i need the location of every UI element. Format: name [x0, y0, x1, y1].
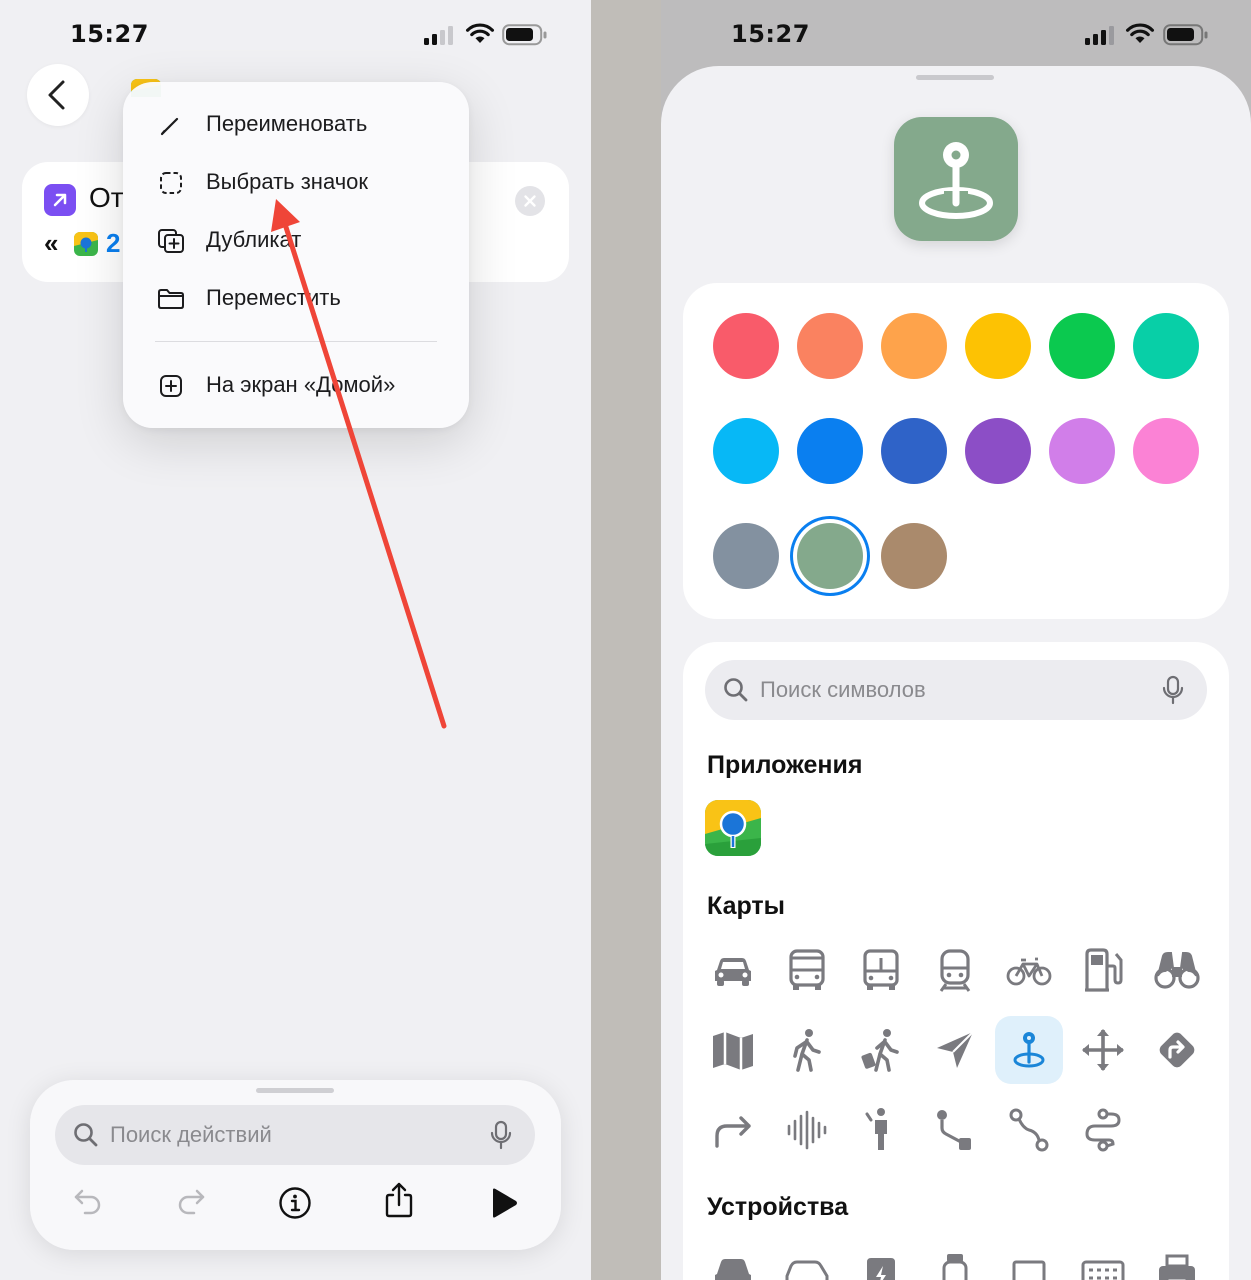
tram-icon[interactable] [931, 946, 979, 994]
section-title-devices: Устройства [707, 1193, 849, 1221]
search-placeholder: Поиск символов [760, 677, 926, 702]
color-swatch[interactable] [1049, 313, 1115, 379]
annotation-arrow [0, 0, 591, 760]
redo-icon[interactable] [174, 1184, 208, 1218]
s-curve-path-icon[interactable] [1079, 1106, 1127, 1154]
bus-front-icon[interactable] [857, 946, 905, 994]
color-picker [683, 283, 1229, 619]
color-swatch[interactable] [797, 523, 863, 589]
color-swatch[interactable] [1049, 418, 1115, 484]
waveform-icon[interactable] [783, 1106, 831, 1154]
color-swatch[interactable] [1133, 313, 1199, 379]
shortcut-editor-screen: 15:27 От « 2 Переименовать Выбрать значо… [0, 0, 591, 1280]
move-arrows-icon[interactable] [1079, 1026, 1127, 1074]
color-swatch[interactable] [797, 418, 863, 484]
color-swatch[interactable] [713, 313, 779, 379]
printer-icon[interactable] [1153, 1248, 1201, 1280]
symbol-search-input[interactable]: Поиск символов [705, 660, 1207, 720]
undo-icon[interactable] [71, 1184, 105, 1218]
car-icon[interactable] [709, 946, 757, 994]
color-swatch[interactable] [881, 418, 947, 484]
search-icon [73, 1122, 99, 1148]
battery-icon [1163, 24, 1209, 46]
share-icon[interactable] [382, 1180, 416, 1220]
laptop-icon[interactable] [1005, 1248, 1053, 1280]
color-swatch[interactable] [1133, 418, 1199, 484]
bicycle-icon[interactable] [1005, 946, 1053, 994]
status-time: 15:27 [731, 20, 810, 48]
location-pin-icon[interactable] [1005, 1026, 1053, 1074]
directions-sign-icon[interactable] [1153, 1026, 1201, 1074]
color-swatch[interactable] [713, 418, 779, 484]
icon-preview [894, 117, 1018, 241]
play-icon[interactable] [488, 1186, 520, 1220]
color-swatch[interactable] [965, 418, 1031, 484]
wifi-icon [1125, 22, 1155, 46]
search-placeholder: Поиск действий [110, 1122, 272, 1147]
color-swatch[interactable] [797, 313, 863, 379]
charging-icon[interactable] [857, 1248, 905, 1280]
walking-luggage-icon[interactable] [857, 1026, 905, 1074]
car-icon[interactable] [709, 1248, 757, 1280]
2gis-app-icon[interactable] [705, 800, 761, 856]
actions-sheet: Поиск действий [30, 1080, 561, 1250]
sheet-grabber[interactable] [256, 1088, 334, 1093]
sheet-grabber[interactable] [916, 75, 994, 80]
cellular-signal-icon [1085, 24, 1117, 46]
path-icon[interactable] [931, 1106, 979, 1154]
screenshot-divider [591, 0, 661, 1280]
color-swatch[interactable] [713, 523, 779, 589]
search-icon [723, 677, 749, 703]
bus-icon[interactable] [783, 946, 831, 994]
watch-icon[interactable] [931, 1248, 979, 1280]
icon-picker-screen: 15:27 Поиск символов Приложения Карты Ус… [661, 0, 1251, 1280]
arrow-turn-right-icon[interactable] [709, 1106, 757, 1154]
symbol-picker: Поиск символов Приложения Карты Устройст… [683, 642, 1229, 1280]
color-swatch[interactable] [965, 313, 1031, 379]
fuel-pump-icon[interactable] [1079, 946, 1127, 994]
location-pin-icon [919, 142, 993, 219]
location-arrow-icon[interactable] [931, 1026, 979, 1074]
microphone-icon[interactable] [1161, 675, 1185, 705]
microphone-icon[interactable] [489, 1120, 513, 1150]
color-swatch[interactable] [881, 523, 947, 589]
map-icon[interactable] [709, 1026, 757, 1074]
section-title-maps: Карты [707, 892, 786, 920]
walking-icon[interactable] [783, 1026, 831, 1074]
binoculars-icon[interactable] [1153, 946, 1201, 994]
car-side-icon[interactable] [783, 1248, 831, 1280]
figure-stand-icon[interactable] [857, 1106, 905, 1154]
actions-search-input[interactable]: Поиск действий [55, 1105, 535, 1165]
section-title-apps: Приложения [707, 751, 863, 779]
color-swatch[interactable] [881, 313, 947, 379]
route-icon[interactable] [1005, 1106, 1053, 1154]
keyboard-icon[interactable] [1079, 1248, 1127, 1280]
info-icon[interactable] [278, 1186, 312, 1220]
